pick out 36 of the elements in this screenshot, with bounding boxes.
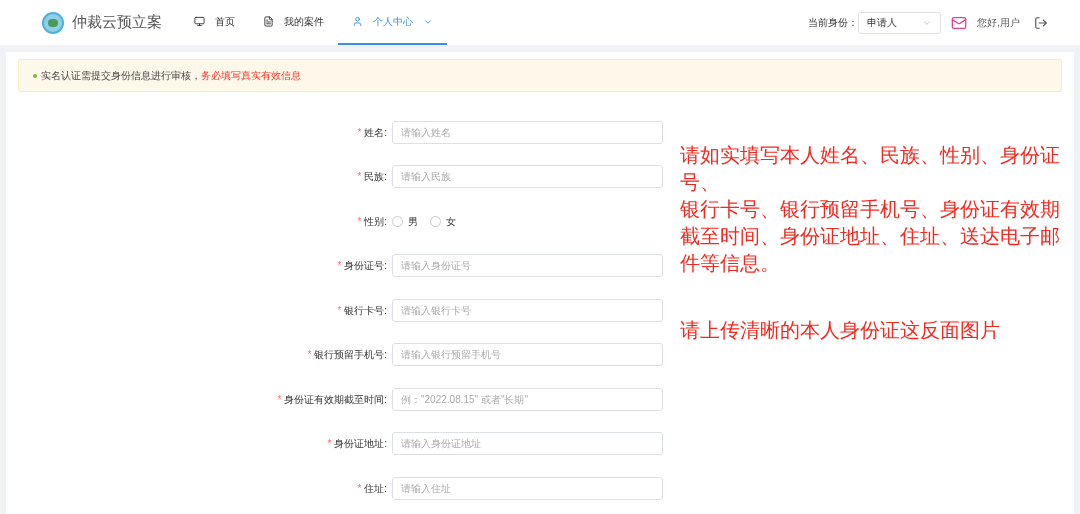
monitor-icon	[194, 16, 205, 27]
identity-label: 当前身份：	[808, 16, 859, 30]
document-icon	[263, 16, 274, 27]
mail-icon[interactable]	[951, 14, 968, 31]
radio-option[interactable]: 女	[430, 213, 456, 229]
field-label: * 身份证号:	[336, 259, 388, 274]
text-field[interactable]: 请输入银行卡号	[392, 298, 663, 322]
app-title: 仲裁云预立案	[72, 12, 163, 33]
field-label: * 性别:	[356, 214, 388, 229]
text-field[interactable]: 请输入姓名	[392, 120, 663, 144]
logo-icon	[42, 11, 64, 34]
text-field[interactable]: 请输入银行预留手机号	[392, 343, 663, 367]
field-label: * 住址:	[356, 481, 388, 496]
identity-select[interactable]: 申请人	[858, 11, 942, 34]
field-label: * 身份证地址:	[326, 437, 388, 452]
annotation-text: 请如实填写本人姓名、民族、性别、身份证号、 银行卡号、银行预留手机号、身份证有效期截至时间、身份证地址、住址、送达电子邮件等信息。	[680, 143, 1061, 276]
field-label: * 姓名:	[356, 125, 388, 140]
field-label: * 银行预留手机号:	[306, 348, 388, 363]
greeting-text: 您好,用户	[977, 16, 1020, 30]
radio-option[interactable]: 男	[392, 213, 418, 229]
user-icon	[352, 16, 363, 27]
text-field[interactable]: 请输入身份证号	[392, 254, 663, 278]
nav-tab[interactable]: 个人中心	[338, 0, 447, 45]
field-label: * 身份证有效期截至时间:	[276, 392, 388, 407]
logout-icon[interactable]	[1034, 15, 1048, 30]
notice-text: 实名认证需提交身份信息进行审核，务必填写真实有效信息	[41, 69, 301, 83]
field-label: * 银行卡号:	[336, 303, 388, 318]
text-field[interactable]: 请输入住址	[392, 476, 663, 500]
text-field[interactable]: 例："2022.08.15" 或者"长期"	[392, 387, 663, 411]
nav-tab[interactable]: 首页	[180, 0, 249, 45]
text-field[interactable]: 请输入身份证地址	[392, 432, 663, 456]
nav-tab[interactable]: 我的案件	[249, 0, 338, 45]
bullet-icon	[33, 73, 37, 78]
text-field[interactable]: 请输入民族	[392, 165, 663, 189]
annotation-text: 请上传清晰的本人身份证这反面图片	[680, 318, 1001, 343]
field-label: * 民族:	[356, 170, 388, 185]
